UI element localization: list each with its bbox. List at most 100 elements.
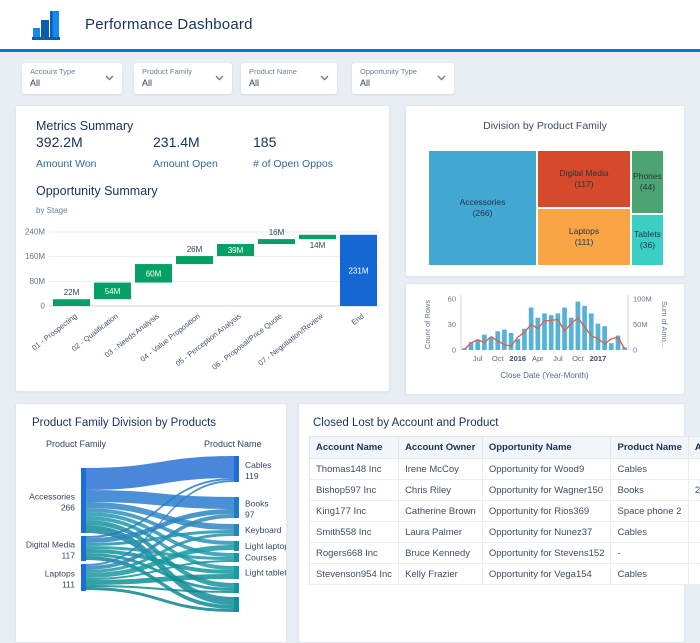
table-cell: Cables [611, 564, 688, 585]
metric-amount-won: 392.2MAmount Won [36, 134, 97, 170]
timeline-bar[interactable] [596, 324, 601, 350]
treemap-card: Division by Product Family Accessories(2… [405, 105, 685, 277]
treemap-block-accessories[interactable]: Accessories(266) [428, 150, 537, 266]
waterfall-bar-01-prospecting[interactable] [53, 299, 90, 306]
table-cell: - [611, 543, 688, 564]
sankey-node[interactable] [234, 583, 239, 593]
svg-text:2017: 2017 [590, 354, 607, 363]
table-row[interactable]: King177 IncCatherine BrownOpportunity fo… [310, 501, 700, 522]
waterfall-bar-07-negotiation-review[interactable] [299, 235, 336, 239]
table-header-row: Account NameAccount OwnerOpportunity Nam… [310, 437, 700, 459]
filter-label: Account Type [30, 67, 114, 76]
table-row[interactable]: Rogers668 IncBruce KennedyOpportunity fo… [310, 543, 700, 564]
table-row[interactable]: Bishop597 IncChris RileyOpportunity for … [310, 480, 700, 501]
timeline-bar[interactable] [509, 333, 514, 350]
sankey-node-light-laptop[interactable] [234, 541, 239, 551]
timeline-bar[interactable] [589, 313, 594, 350]
treemap-chart: Accessories(266)Digital Media(117)Phones… [428, 150, 664, 266]
column-header-account-owner[interactable]: Account Owner [399, 437, 483, 459]
table-row[interactable]: Smith558 IncLaura PalmerOpportunity for … [310, 522, 700, 543]
metric-value: 185 [253, 134, 333, 150]
sankey-node[interactable] [234, 597, 239, 612]
filter-product-family[interactable]: Product FamilyAll [134, 63, 232, 94]
table-cell: Opportunity for Nunez37 [482, 522, 611, 543]
timeline-bar[interactable] [515, 339, 520, 350]
svg-text:231M: 231M [348, 266, 368, 275]
treemap-block-label: Laptops(111) [569, 226, 599, 248]
metric-value: 392.2M [36, 134, 97, 150]
filter-account-type[interactable]: Account TypeAll [22, 63, 122, 94]
svg-text:117: 117 [61, 551, 75, 561]
app-header: Performance Dashboard [0, 0, 700, 52]
table-cell: 77,270 [688, 564, 700, 585]
filter-bar: Account TypeAllProduct FamilyAllProduct … [0, 52, 700, 102]
column-header-amount[interactable]: Amount [688, 437, 700, 459]
sankey-node-digital-media[interactable] [81, 536, 86, 561]
table-cell: 397,280 [688, 459, 700, 480]
svg-text:0: 0 [41, 302, 46, 311]
sankey-node-light-tablet-2[interactable] [234, 566, 239, 579]
svg-text:Jul: Jul [553, 354, 563, 363]
timeline-card: 03060050M100MJulOct2016AprJulOct2017Clos… [405, 283, 685, 395]
closed-lost-table: Account NameAccount OwnerOpportunity Nam… [309, 436, 700, 585]
timeline-bar[interactable] [535, 318, 540, 350]
treemap-block-tablets[interactable]: Tablets(36) [631, 214, 664, 266]
treemap-block-laptops[interactable]: Laptops(111) [537, 208, 631, 266]
sankey-node-cables[interactable] [234, 456, 239, 482]
column-header-account-name[interactable]: Account Name [310, 437, 399, 459]
svg-text:60M: 60M [146, 269, 162, 278]
timeline-bar[interactable] [542, 313, 547, 350]
table-cell: Kelly Frazier [399, 564, 483, 585]
table-cell: Thomas148 Inc [310, 459, 399, 480]
timeline-bar[interactable] [529, 308, 534, 351]
svg-text:80M: 80M [29, 277, 45, 286]
timeline-bar[interactable] [576, 302, 581, 350]
column-header-opportunity-name[interactable]: Opportunity Name [482, 437, 611, 459]
timeline-bar[interactable] [609, 343, 614, 350]
svg-text:2016: 2016 [509, 354, 526, 363]
svg-text:97: 97 [245, 510, 255, 520]
timeline-bar[interactable] [489, 337, 494, 350]
table-cell: 2,660,660 [688, 480, 700, 501]
table-cell: Books [611, 480, 688, 501]
sankey-node-keyboard[interactable] [234, 524, 239, 536]
sankey-left-header: Product Family [46, 439, 106, 449]
sankey-node-books[interactable] [234, 497, 239, 518]
svg-text:Sum of Amo...: Sum of Amo... [660, 301, 669, 348]
table-cell: Chris Riley [399, 480, 483, 501]
waterfall-bar-04-value-proposition[interactable] [176, 256, 213, 264]
svg-text:Accessories: Accessories [29, 492, 75, 502]
table-cell: Opportunity for Vega154 [482, 564, 611, 585]
filter-label: Product Family [142, 67, 224, 76]
column-header-product-name[interactable]: Product Name [611, 437, 688, 459]
table-cell: 809,810 [688, 522, 700, 543]
sankey-node-accessories[interactable] [81, 468, 86, 533]
filter-value: All [249, 78, 329, 89]
analytics-logo-icon [28, 7, 64, 43]
svg-text:Cables: Cables [245, 460, 271, 470]
treemap-block-phones[interactable]: Phones(44) [631, 150, 664, 214]
table-cell: 112,725 [688, 501, 700, 522]
metrics-summary-title: Metrics Summary [36, 119, 133, 133]
table-cell: Bruce Kennedy [399, 543, 483, 564]
timeline-chart: 03060050M100MJulOct2016AprJulOct2017Clos… [406, 284, 684, 394]
table-row[interactable]: Stevenson954 IncKelly FrazierOpportunity… [310, 564, 700, 585]
sankey-node-laptops[interactable] [81, 564, 86, 591]
table-row[interactable]: Thomas148 IncIrene McCoyOpportunity for … [310, 459, 700, 480]
svg-text:266: 266 [61, 503, 75, 513]
svg-text:0: 0 [452, 346, 456, 355]
table-cell: Opportunity for Wagner150 [482, 480, 611, 501]
timeline-bar[interactable] [602, 326, 607, 350]
sankey-node-courses[interactable] [234, 553, 239, 562]
treemap-block-digital-media[interactable]: Digital Media(117) [537, 150, 631, 208]
svg-text:Oct: Oct [492, 354, 505, 363]
chevron-down-icon [437, 75, 446, 81]
filter-product-name[interactable]: Product NameAll [241, 63, 337, 94]
svg-text:Close Date (Year-Month): Close Date (Year-Month) [500, 371, 589, 380]
timeline-bar[interactable] [475, 340, 480, 350]
waterfall-bar-06-proposal-price-quote[interactable] [258, 239, 295, 244]
svg-text:54M: 54M [105, 287, 121, 296]
timeline-bar[interactable] [502, 330, 507, 350]
filter-opportunity-type[interactable]: Opportunity TypeAll [352, 63, 454, 94]
sankey-card: Product Family Division by Products Prod… [15, 403, 287, 643]
